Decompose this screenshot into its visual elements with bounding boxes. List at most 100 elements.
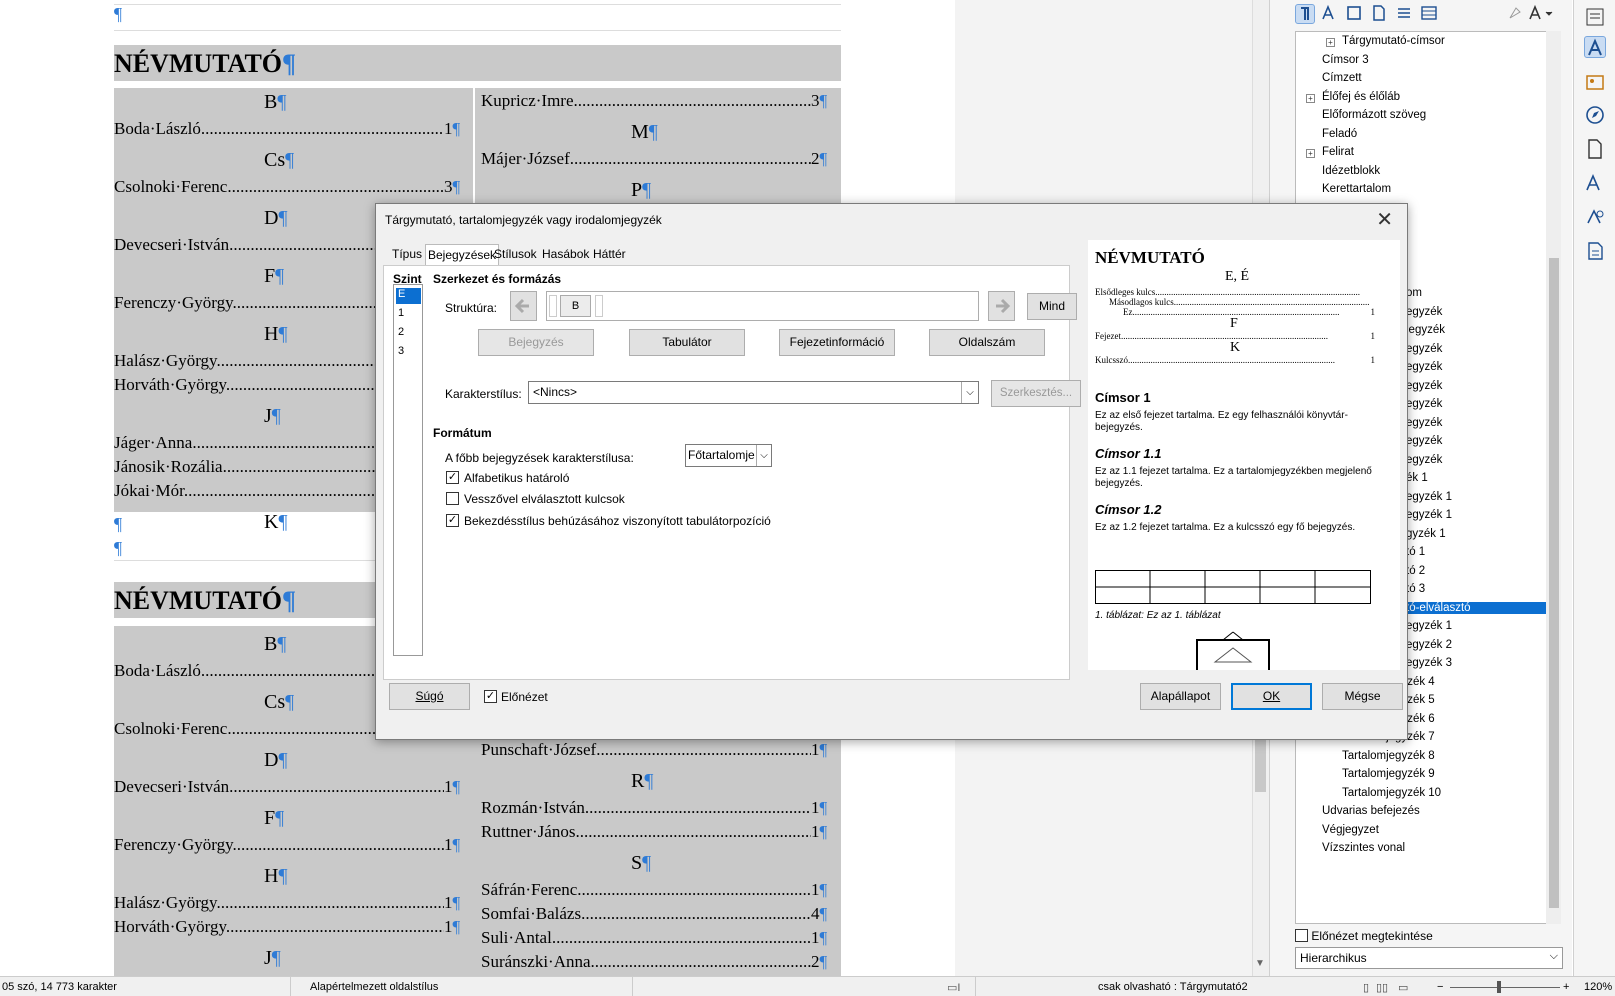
style-list-item[interactable]: tó 3: [1406, 583, 1425, 595]
level-item-1[interactable]: 1: [396, 307, 421, 323]
style-list-item[interactable]: Idézetblokk: [1322, 165, 1380, 177]
styles-actions-icon[interactable]: [1528, 4, 1556, 24]
structure-right-button[interactable]: [988, 291, 1015, 321]
main-entry-style-select[interactable]: Főtartalomje ⌵: [685, 444, 772, 467]
styles-deck-icon[interactable]: [1584, 36, 1606, 58]
style-list-item[interactable]: egyzék: [1406, 435, 1442, 447]
word-count[interactable]: 05 szó, 14 773 karakter: [2, 981, 117, 993]
cancel-button[interactable]: Mégse: [1322, 683, 1403, 710]
charstyle-select[interactable]: <Nincs> ⌵: [528, 381, 979, 404]
style-list-item[interactable]: egyzék: [1406, 306, 1442, 318]
style-list-item[interactable]: om: [1406, 287, 1422, 299]
tab-position-checkbox[interactable]: ✓: [446, 514, 459, 527]
alpha-delimiter-checkbox[interactable]: ✓: [446, 471, 459, 484]
tab-entries[interactable]: Bejegyzések: [425, 244, 500, 265]
multi-page-view-icon[interactable]: ▯▯: [1376, 981, 1388, 994]
zoom-slider-handle[interactable]: [1497, 981, 1501, 993]
level-list[interactable]: E 1 2 3: [393, 284, 423, 656]
comma-keys-checkbox[interactable]: [446, 492, 459, 505]
character-styles-icon[interactable]: [1320, 4, 1340, 24]
style-list-item[interactable]: Élőfej és élőláb: [1322, 91, 1400, 103]
preview-checkbox[interactable]: ✓: [484, 690, 497, 703]
page-number-button[interactable]: Oldalszám: [929, 329, 1045, 356]
style-list-item[interactable]: tó 1: [1406, 546, 1425, 558]
styles-filter-select[interactable]: Hierarchikus ⌵: [1295, 947, 1563, 969]
page-deck-icon[interactable]: [1584, 138, 1606, 160]
page-style[interactable]: Alapértelmezett oldalstílus: [310, 981, 438, 993]
style-list-item[interactable]: Tartalomjegyzék 10: [1342, 787, 1441, 799]
sidebar-menu-icon[interactable]: [1584, 6, 1606, 28]
checkbox-box[interactable]: [1295, 929, 1308, 942]
styles-preview-checkbox[interactable]: Előnézet megtekintése: [1295, 929, 1433, 943]
style-list-item[interactable]: tó 2: [1406, 565, 1425, 577]
style-list-item[interactable]: ék 1: [1406, 472, 1428, 484]
chapter-info-button[interactable]: Fejezetinformáció: [779, 329, 895, 356]
table-styles-icon[interactable]: [1420, 4, 1440, 24]
style-list-item[interactable]: Kerettartalom: [1322, 183, 1391, 195]
style-list-item[interactable]: Címzett: [1322, 72, 1362, 84]
style-list-item[interactable]: Tartalomjegyzék 9: [1342, 768, 1435, 780]
style-list-item[interactable]: egyzék 1: [1406, 491, 1452, 503]
navigator-icon[interactable]: [1584, 104, 1606, 126]
structure-token[interactable]: B: [560, 295, 591, 317]
help-button[interactable]: Súgó: [389, 683, 470, 710]
style-list-item[interactable]: egyzék 1: [1406, 620, 1452, 632]
entry-button[interactable]: Bejegyzés: [478, 329, 594, 356]
fill-format-mode-icon[interactable]: [1506, 4, 1526, 24]
tab-styles[interactable]: Stílusok: [492, 244, 539, 265]
scroll-down-icon[interactable]: ▼: [1255, 958, 1265, 969]
style-list-item[interactable]: egyzék: [1406, 380, 1442, 392]
expand-icon[interactable]: +: [1326, 38, 1335, 47]
style-list-item[interactable]: Vízszintes vonal: [1322, 842, 1405, 854]
page-styles-icon[interactable]: [1370, 4, 1390, 24]
style-list-item[interactable]: egyzék 3: [1406, 657, 1452, 669]
design-icon[interactable]: [1584, 240, 1606, 262]
selection-mode-icon[interactable]: ▭I: [947, 981, 960, 994]
level-item-3[interactable]: 3: [396, 345, 421, 361]
tab-columns[interactable]: Hasábok: [540, 244, 591, 265]
list-styles-icon[interactable]: [1395, 4, 1415, 24]
zoom-out-icon[interactable]: −: [1437, 981, 1443, 993]
frame-styles-icon[interactable]: [1345, 4, 1365, 24]
style-list-item[interactable]: Tartalomjegyzék 8: [1342, 750, 1435, 762]
style-list-item[interactable]: Udvarias befejezés: [1322, 805, 1420, 817]
tab-background[interactable]: Háttér: [591, 244, 628, 265]
expand-icon[interactable]: +: [1306, 93, 1315, 103]
style-list-item[interactable]: egyzék: [1406, 454, 1442, 466]
style-list-item[interactable]: egyzék: [1406, 343, 1442, 355]
level-item-2[interactable]: 2: [396, 326, 421, 342]
gallery-icon[interactable]: [1584, 71, 1606, 93]
single-page-view-icon[interactable]: ▯: [1363, 981, 1369, 994]
style-list-item[interactable]: egyzék 2: [1406, 639, 1452, 651]
style-list-item[interactable]: egyzék 1: [1406, 509, 1452, 521]
zoom-in-icon[interactable]: +: [1563, 981, 1569, 993]
style-list-item[interactable]: egyzék: [1406, 361, 1442, 373]
style-list-item[interactable]: jegyzék: [1406, 324, 1445, 336]
style-list-item[interactable]: egyzék: [1406, 398, 1442, 410]
all-levels-button[interactable]: Mind: [1027, 293, 1077, 320]
style-list-item[interactable]: Felirat: [1322, 146, 1354, 158]
level-item-e[interactable]: E: [396, 288, 421, 304]
style-list-item[interactable]: Címsor 3: [1322, 54, 1369, 66]
zoom-slider[interactable]: [1450, 987, 1560, 988]
style-list-item[interactable]: egyzék: [1406, 417, 1442, 429]
manage-changes-icon[interactable]: [1584, 206, 1606, 228]
tab-stop-button[interactable]: Tabulátor: [629, 329, 745, 356]
styles-list-scrollbar-thumb[interactable]: [1549, 258, 1559, 908]
style-list-item-selected[interactable]: tó-elválasztó: [1396, 601, 1556, 614]
close-icon[interactable]: ✕: [1376, 207, 1393, 232]
style-list-item[interactable]: Végjegyzet: [1322, 824, 1379, 836]
style-list-item[interactable]: Előformázott szöveg: [1322, 109, 1426, 121]
style-list-item[interactable]: Feladó: [1322, 128, 1357, 140]
edit-charstyle-button[interactable]: Szerkesztés...: [991, 380, 1081, 407]
tab-type[interactable]: Típus: [390, 244, 424, 265]
expand-icon[interactable]: +: [1306, 149, 1315, 158]
structure-left-button[interactable]: [510, 291, 537, 321]
reset-button[interactable]: Alapállapot: [1140, 683, 1221, 710]
ok-button[interactable]: OK: [1231, 683, 1312, 710]
style-list-item[interactable]: Tárgymutató-címsor: [1342, 35, 1445, 47]
style-inspector-icon[interactable]: [1584, 172, 1606, 194]
structure-editor[interactable]: B: [546, 291, 979, 321]
paragraph-styles-icon[interactable]: [1295, 4, 1315, 24]
book-view-icon[interactable]: ▭: [1398, 981, 1408, 994]
